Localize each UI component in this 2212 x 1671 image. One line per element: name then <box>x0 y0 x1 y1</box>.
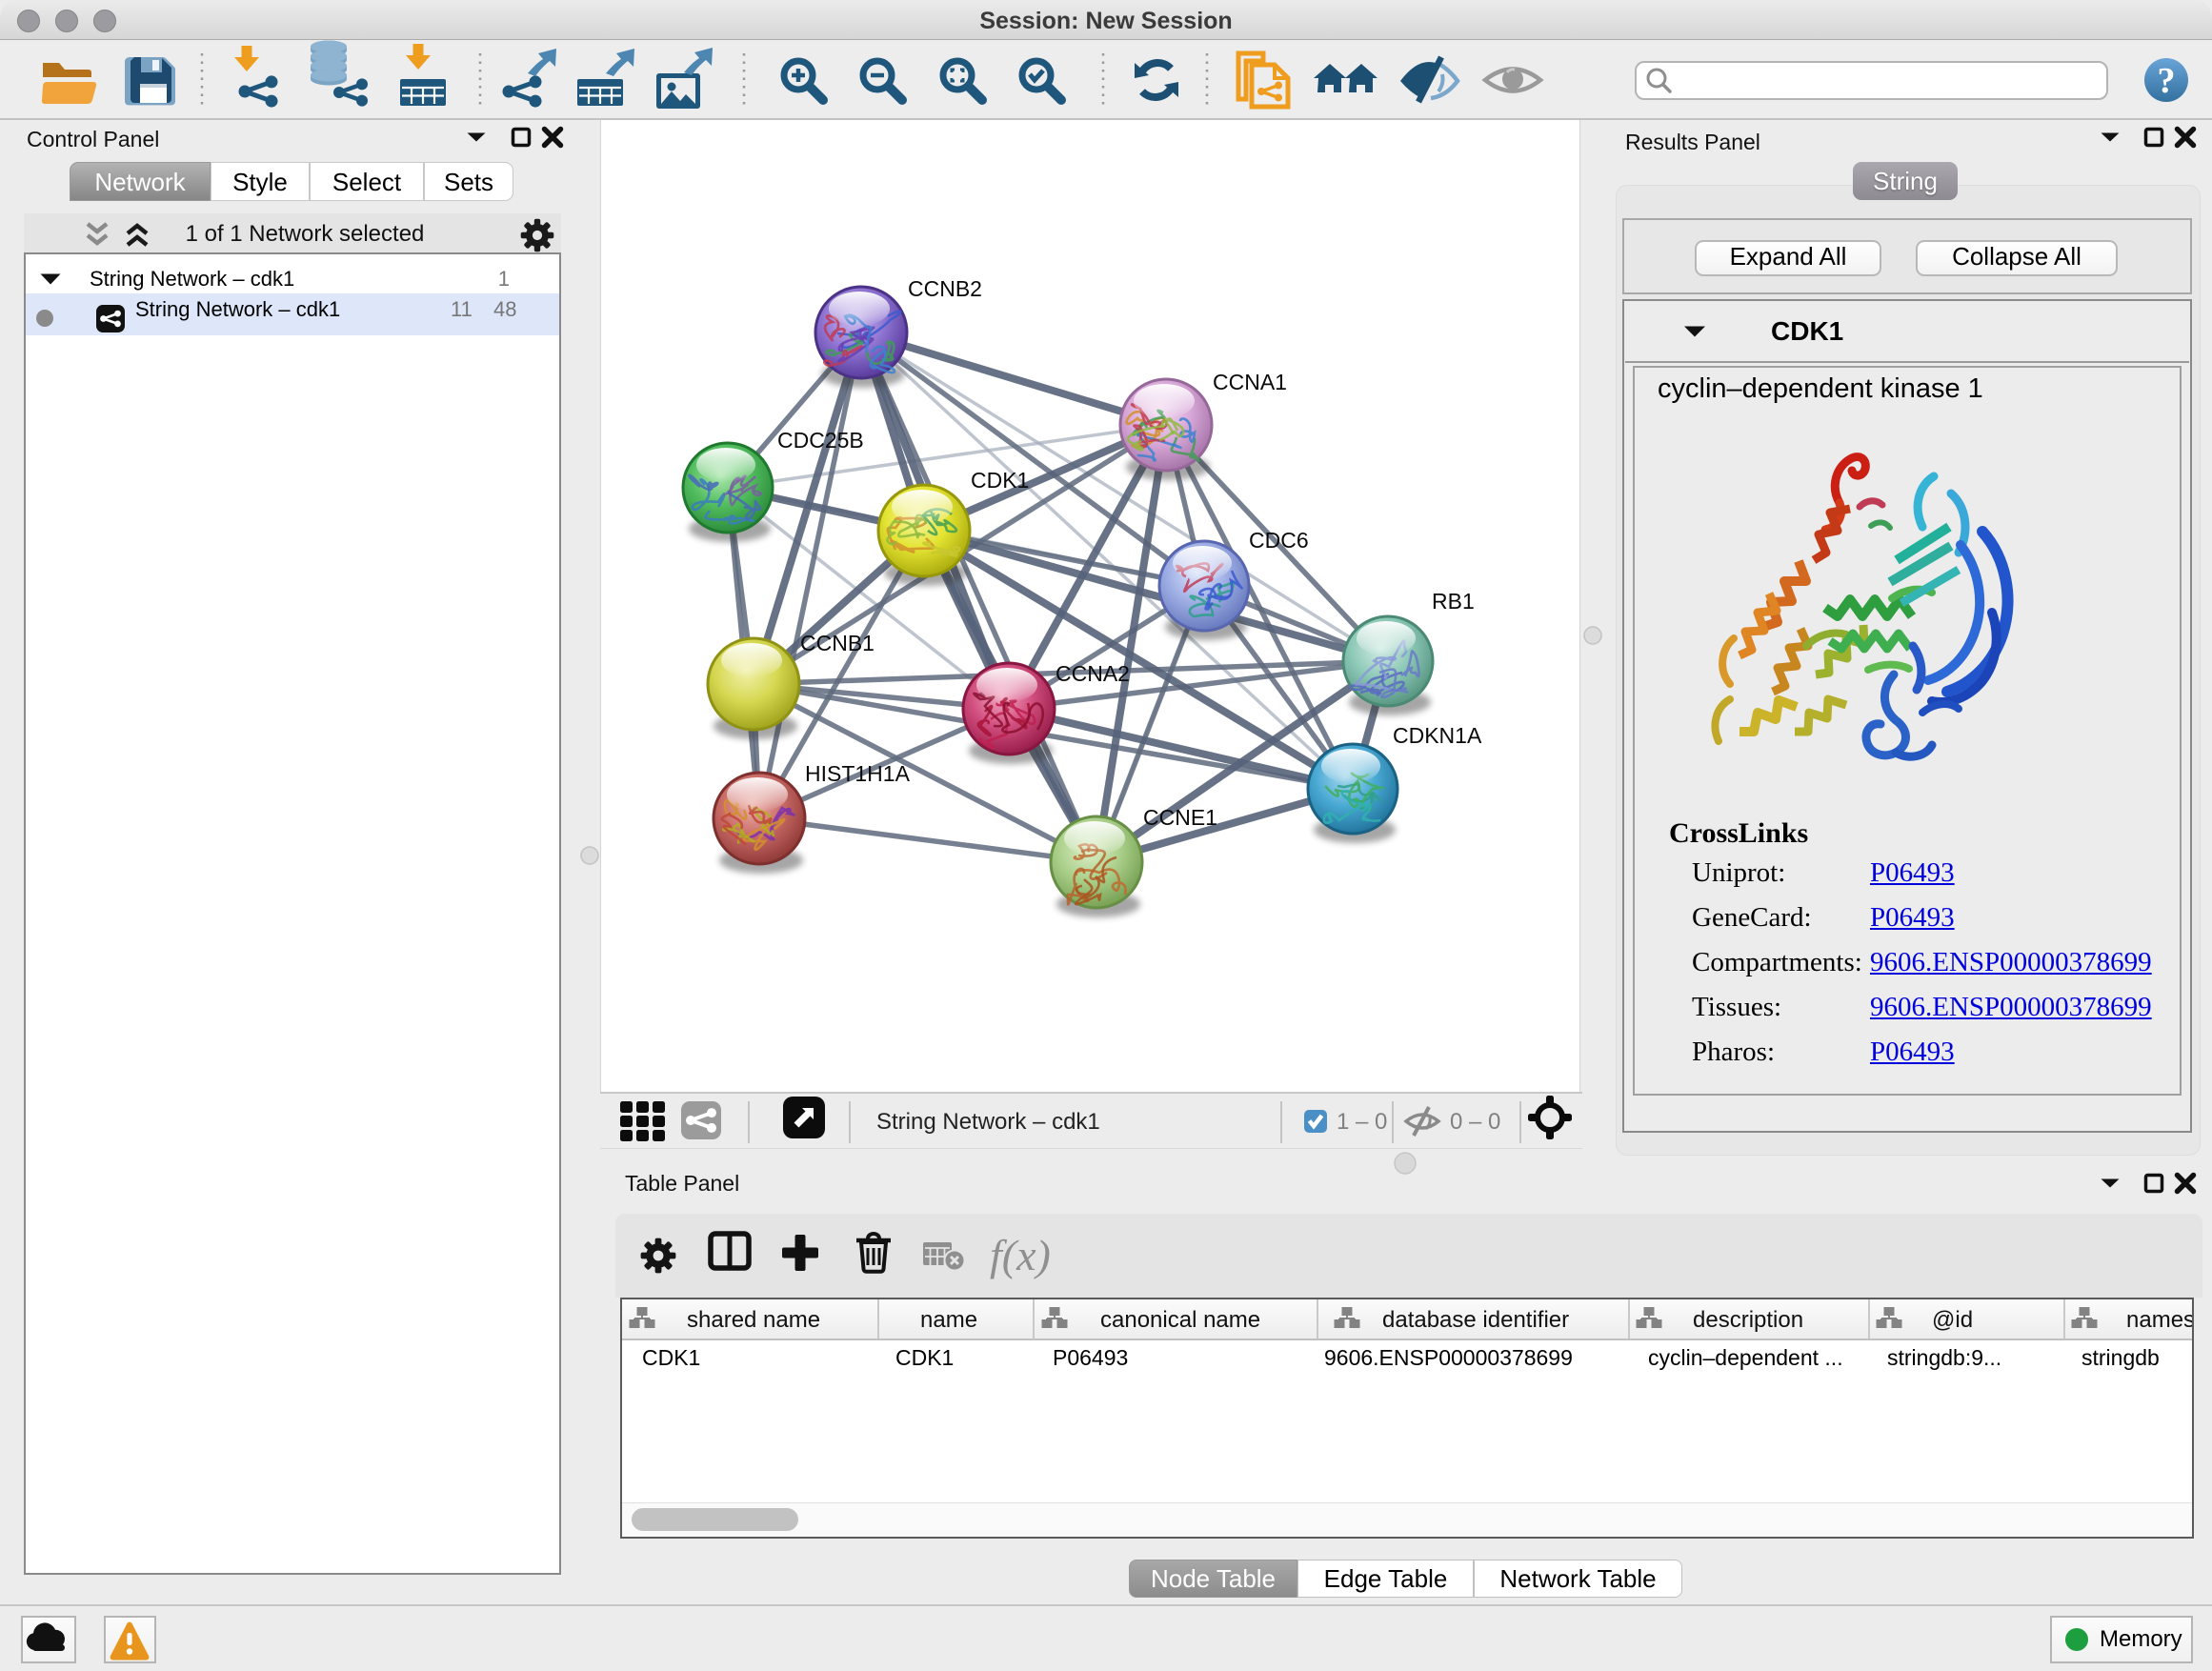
svg-text:f(x): f(x) <box>990 1231 1051 1279</box>
svg-text:?: ? <box>2158 61 2176 101</box>
